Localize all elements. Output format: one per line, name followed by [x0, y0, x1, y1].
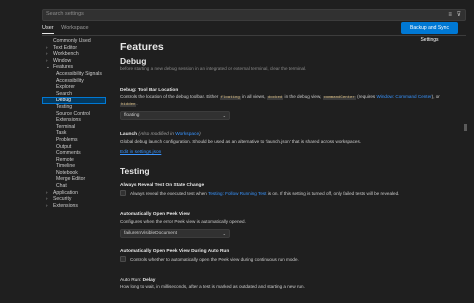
tree-item-problems[interactable]: Problems [42, 137, 106, 144]
tree-item-label: Remote [56, 156, 74, 163]
tree-item-text-editor[interactable]: › Text Editor [42, 45, 106, 52]
tree-item-task[interactable]: Task [42, 130, 106, 137]
tree-item-features[interactable]: ⌄ Features [42, 64, 106, 71]
tree-item-label: Extensions [56, 117, 81, 124]
chevron-right-icon: › [46, 44, 48, 50]
content-scrollbar[interactable] [464, 124, 467, 131]
always-reveal-title: Always Reveal Test On State Change [120, 183, 205, 188]
tree-item-label: Search [56, 90, 73, 97]
settings-window: Search settings ≡ ⊽ User Workspace Backu… [0, 0, 474, 303]
tree-item-label: Source Control [56, 110, 90, 117]
search-settings-input[interactable]: Search settings ≡ ⊽ [42, 9, 466, 21]
tree-item-label: Accessibility Signals [56, 70, 102, 77]
follow-running-test-link[interactable]: Testing: Follow Running Test [208, 191, 266, 196]
command-center-link[interactable]: Window: Command Center [377, 94, 432, 99]
workspace-link[interactable]: Workspace [175, 132, 199, 137]
chevron-right-icon: › [46, 196, 48, 202]
auto-open-peek-title: Automatically Open Peek View [120, 212, 190, 217]
launch-desc: Global debug launch configuration. Shoul… [120, 139, 362, 144]
tree-item-label: Chat [56, 183, 67, 190]
tree-item-notebook[interactable]: Notebook [42, 170, 106, 177]
peek-auto-run-title: Automatically Open Peek View During Auto… [120, 249, 230, 254]
page-title: Features [120, 41, 164, 53]
tab-user[interactable]: User [42, 25, 54, 34]
chevron-down-icon: ⌄ [46, 64, 50, 70]
tree-item-label: Notebook [56, 169, 78, 176]
search-tools: ≡ ⊽ [445, 11, 461, 18]
tree-item-label: Window [53, 57, 72, 64]
filter-icon[interactable]: ⊽ [457, 12, 461, 18]
tree-item-commonly-used[interactable]: Commonly Used [42, 38, 106, 45]
auto-open-peek-select[interactable]: failureInVisibleDocument ⌄ [120, 229, 230, 238]
peek-auto-run-checkbox[interactable] [120, 256, 126, 262]
tree-item-search[interactable]: Search [42, 91, 106, 98]
settings-content: Features before starting a new debug ses… [110, 38, 460, 303]
section-heading-debug: Debug [120, 56, 147, 66]
settings-tree: Commonly Used › Text Editor › Workbench › Wind… [42, 38, 106, 209]
tree-item-label: Extensions [53, 202, 78, 209]
clear-filter-icon[interactable]: ≡ [448, 12, 452, 18]
tree-item-output[interactable]: Output [42, 144, 106, 151]
chevron-right-icon: › [46, 202, 48, 208]
tree-item-workbench[interactable]: › Workbench [42, 51, 106, 58]
scope-tabs: User Workspace [42, 25, 95, 35]
tree-item-label: Application [53, 189, 78, 196]
tree-item-timeline[interactable]: Timeline [42, 163, 106, 170]
tree-item-label: Commonly Used [53, 38, 91, 44]
backup-sync-button[interactable]: Backup and Sync Settings [401, 22, 458, 43]
tree-item-label: Testing [56, 103, 73, 110]
tree-item-label: Security [53, 196, 72, 203]
tree-item-chat[interactable]: Chat [42, 183, 106, 190]
header-divider [42, 35, 466, 36]
tree-item-security[interactable]: › Security [42, 196, 106, 203]
tree-item-application[interactable]: › Application [42, 190, 106, 197]
toolbar-location-select[interactable]: floating ⌄ [120, 111, 230, 120]
tree-item-label: Explorer [56, 84, 75, 91]
auto-open-peek-desc: Configures when the error Peek view is a… [120, 219, 246, 224]
faded-setting-text: before starting a new debug session in a… [120, 66, 307, 71]
tree-item-terminal[interactable]: Terminal [42, 124, 106, 131]
chevron-right-icon: › [46, 189, 48, 195]
always-reveal-checkbox[interactable] [120, 190, 126, 196]
tree-item-accessibility[interactable]: Accessibility [42, 78, 106, 85]
tree-item-testing[interactable]: Testing [42, 104, 106, 111]
toolbar-location-desc: Controls the location of the debug toolb… [120, 94, 440, 108]
tree-item-merge-editor[interactable]: Merge Editor [42, 176, 106, 183]
tree-item-explorer[interactable]: Explorer [42, 84, 106, 91]
tree-item-label: Task [56, 130, 67, 137]
tree-item-label: Problems [56, 136, 78, 143]
always-reveal-desc: Always reveal the executed test when Tes… [130, 191, 400, 196]
tree-item-comments[interactable]: Comments [42, 150, 106, 157]
tree-item-label: Text Editor [53, 44, 78, 51]
tree-item-label: Terminal [56, 123, 76, 130]
chevron-right-icon: › [46, 51, 48, 57]
tree-item-label: Features [53, 64, 74, 71]
chevron-right-icon: › [46, 57, 48, 63]
tree-item-label: Timeline [56, 163, 76, 170]
tree-item-source-control[interactable]: Source Control [42, 111, 106, 118]
toolbar-location-title: Debug: Tool Bar Location [120, 88, 179, 93]
auto-run-delay-title: Auto Run: Delay [120, 278, 156, 283]
launch-title: Launch (Also modified in Workspace) [120, 132, 201, 137]
tree-item-remote[interactable]: Remote [42, 157, 106, 164]
tree-item-label: Debug [56, 97, 72, 104]
auto-run-delay-desc: How long to wait, in milliseconds, after… [120, 284, 305, 289]
tree-item-debug[interactable]: Debug [42, 97, 106, 104]
chevron-down-icon: ⌄ [222, 113, 226, 118]
section-heading-testing: Testing [120, 166, 150, 176]
tree-item-extensions[interactable]: Extensions [42, 117, 106, 124]
tab-workspace[interactable]: Workspace [61, 25, 88, 33]
chevron-down-icon: ⌄ [222, 231, 226, 236]
edit-in-settings-json-link[interactable]: Edit in settings.json [120, 150, 161, 155]
tree-item-label: Merge Editor [56, 176, 86, 183]
tree-item-window[interactable]: › Window [42, 58, 106, 65]
peek-auto-run-desc: Controls whether to automatically open t… [130, 257, 299, 262]
tree-item-label: Accessibility [56, 77, 84, 84]
tree-item-extensions[interactable]: › Extensions [42, 203, 106, 210]
tree-item-label: Comments [56, 150, 81, 157]
tree-item-label: Workbench [53, 51, 79, 58]
search-placeholder: Search settings [46, 11, 84, 17]
tree-item-accessibility-signals[interactable]: Accessibility Signals [42, 71, 106, 78]
tree-item-label: Output [56, 143, 72, 150]
